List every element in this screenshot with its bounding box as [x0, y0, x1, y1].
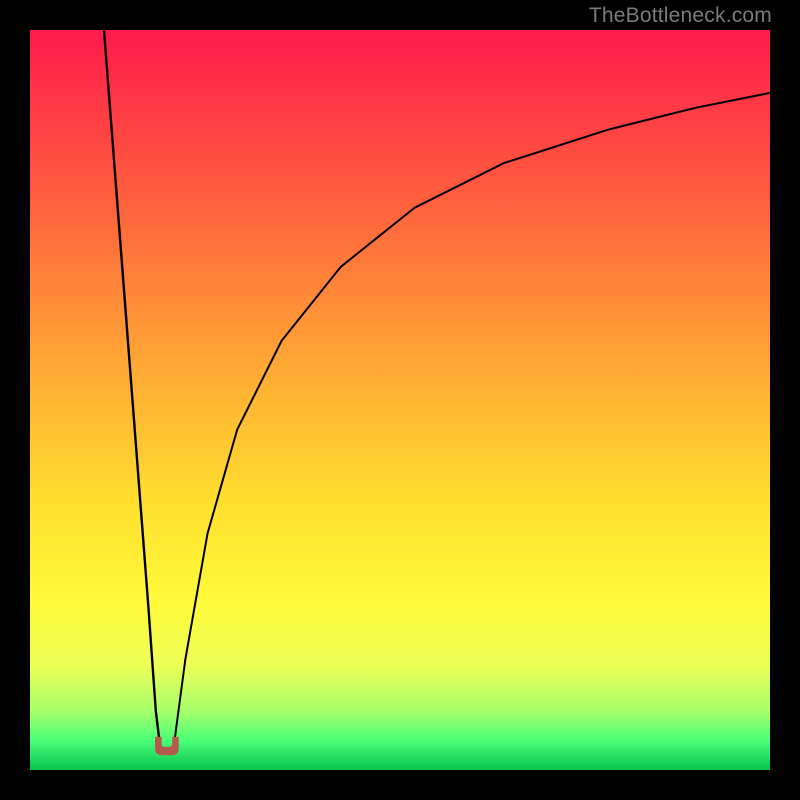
chart-frame: TheBottleneck.com	[0, 0, 800, 800]
chart-svg	[30, 30, 770, 770]
gradient-background	[30, 30, 770, 770]
plot-area	[30, 30, 770, 770]
attribution-text: TheBottleneck.com	[589, 4, 772, 28]
